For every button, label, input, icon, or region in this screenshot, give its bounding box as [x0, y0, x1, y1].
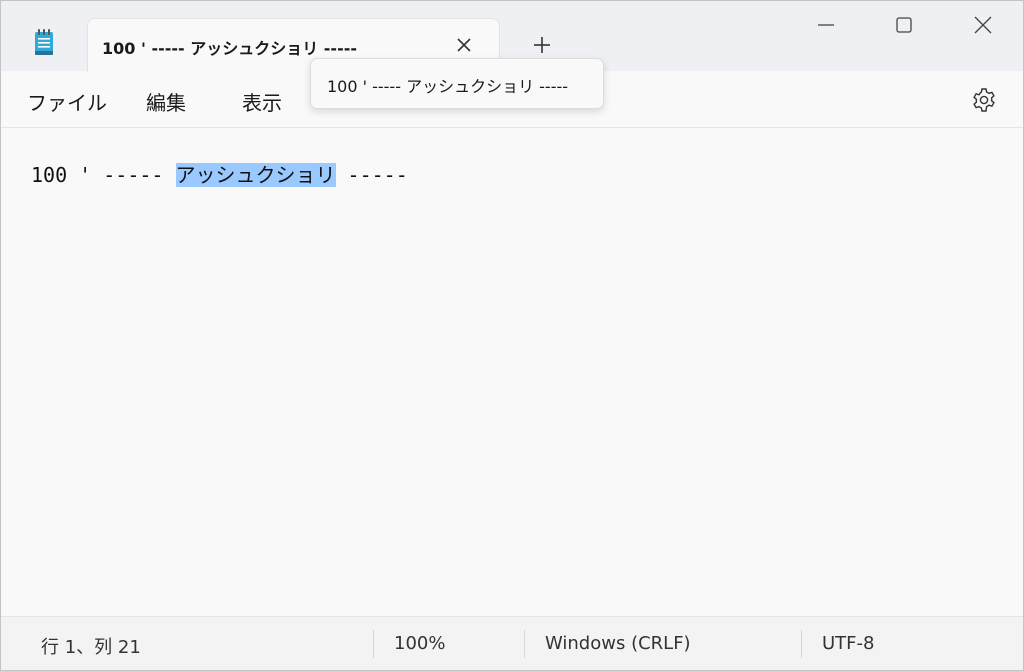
text-before-selection: 100 ' -----: [31, 163, 176, 187]
tab-title: 100 ' ----- アッシュクショリ -----: [102, 39, 357, 58]
notepad-icon: [35, 29, 53, 55]
maximize-icon[interactable]: [890, 11, 918, 39]
status-bar: 行 1、列 21 100% Windows (CRLF) UTF-8: [1, 616, 1023, 670]
text-after-selection: -----: [335, 163, 408, 187]
menu-edit[interactable]: 編集: [146, 87, 186, 116]
tooltip-text: 100 ' ----- アッシュクショリ -----: [327, 77, 569, 96]
minimize-icon[interactable]: [812, 11, 840, 39]
gear-icon[interactable]: [969, 85, 999, 115]
cursor-position: 行 1、列 21: [41, 637, 141, 658]
notepad-window: 100 ' ----- アッシュクショリ ----- ファイル 編集 表示 10…: [0, 0, 1024, 671]
tab-tooltip: 100 ' ----- アッシュクショリ -----: [310, 58, 604, 109]
selected-text: アッシュクショリ: [175, 163, 336, 187]
close-icon[interactable]: [969, 11, 997, 39]
line-ending: Windows (CRLF): [545, 633, 691, 654]
encoding: UTF-8: [822, 633, 875, 654]
status-divider: [801, 630, 802, 658]
plus-icon[interactable]: [528, 31, 556, 59]
menu-view[interactable]: 表示: [242, 87, 282, 116]
status-divider: [524, 630, 525, 658]
status-divider: [373, 630, 374, 658]
text-editor[interactable]: 100 ' ----- アッシュクショリ -----: [1, 129, 1023, 615]
close-icon[interactable]: [450, 31, 478, 59]
editor-line: 100 ' ----- アッシュクショリ -----: [31, 160, 408, 190]
menu-file[interactable]: ファイル: [27, 87, 107, 116]
zoom-level: 100%: [394, 633, 446, 654]
